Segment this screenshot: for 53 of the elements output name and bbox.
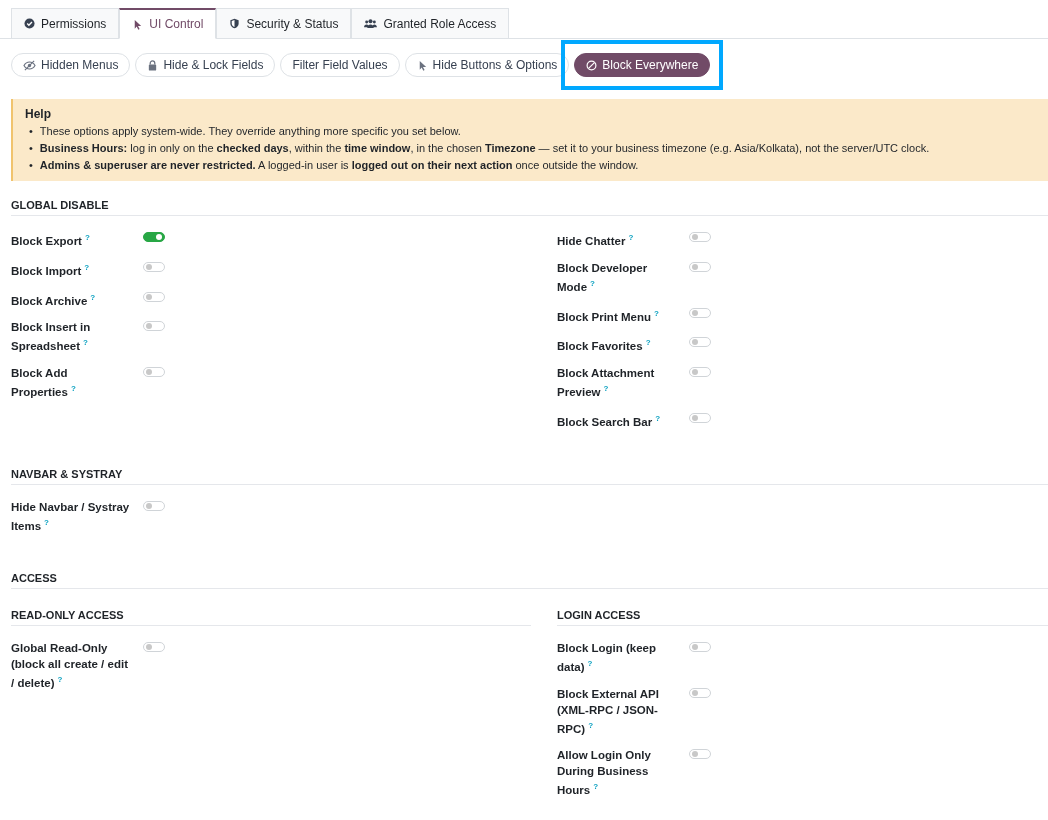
field-label: Block Add Properties $^{?}$ xyxy=(11,366,77,401)
help-text: Business Hours: log in only on the checked days, within the time window, in the chosen Timezone — set it to your business timezone (e.g. Asia/Kolkata), not the server/UTC clock. xyxy=(39,141,930,156)
help-text: These options apply system-wide. They override anything more specific you set below. xyxy=(39,124,461,139)
field-label: Hide Navbar / Systray Items $^{?}$ xyxy=(11,499,131,534)
field-label: Global Read-Only (block all create / edit / delete) $^{?}$ xyxy=(11,640,129,691)
help-tooltip[interactable]: ? xyxy=(84,233,90,242)
filter-pill[interactable]: Filter Field Values xyxy=(280,53,400,77)
help-tooltip[interactable]: ? xyxy=(587,658,593,668)
field-label: Block Favorites $^{?}$ xyxy=(557,337,652,355)
field-label: Block Login (keep data) $^{?}$ xyxy=(557,640,658,675)
field-label: Block Print Menu $^{?}$ xyxy=(557,307,660,325)
field-label: Block Attachment Preview $^{?}$ xyxy=(557,366,656,401)
bullet: • xyxy=(29,141,33,156)
help-tooltip[interactable]: ? xyxy=(84,262,90,272)
field-label: Block External API (XML-RPC / JSON-RPC) $^{?}$ xyxy=(557,686,660,737)
help-tooltip[interactable]: ? xyxy=(655,414,661,424)
tab[interactable]: Permissions xyxy=(11,8,120,39)
subsection-title: LOGIN ACCESS xyxy=(557,608,1048,626)
filter-pill[interactable]: Hide Buttons & Options xyxy=(404,53,570,77)
help-tooltip[interactable]: ? xyxy=(70,384,76,394)
field-label: Block Import $^{?}$ xyxy=(11,261,91,279)
tab[interactable]: Granted Role Access xyxy=(351,8,510,39)
help-tooltip[interactable]: ? xyxy=(83,338,88,348)
tab[interactable]: UI Control xyxy=(119,8,217,39)
section-title: ACCESS xyxy=(11,571,1048,589)
help-tooltip[interactable]: ? xyxy=(628,233,634,242)
help-tooltip[interactable]: ? xyxy=(603,384,609,394)
field-label: Block Archive $^{?}$ xyxy=(11,291,97,309)
subsection-title: READ-ONLY ACCESS xyxy=(11,608,531,626)
help-tooltip[interactable]: ? xyxy=(44,517,49,527)
help-tooltip[interactable]: ? xyxy=(57,674,63,684)
help-tooltip[interactable]: ? xyxy=(588,720,593,730)
field-label: Block Export $^{?}$ xyxy=(11,232,91,249)
field-label: Block Search Bar $^{?}$ xyxy=(557,413,662,430)
field-label: Block Developer Mode $^{?}$ xyxy=(557,260,649,295)
section-title: GLOBAL DISABLE xyxy=(11,199,1048,216)
help-title: Help xyxy=(25,107,52,121)
section-title: NAVBAR & SYSTRAY xyxy=(11,467,1048,485)
bullet: • xyxy=(29,124,33,139)
help-tooltip[interactable]: ? xyxy=(593,782,599,792)
field-label: Block Insert in Spreadsheet $^{?}$ xyxy=(11,320,92,355)
help-tooltip[interactable]: ? xyxy=(645,338,651,348)
help-text: Admins & superuser are never restricted. A logged-in user is logged out on their next action once outside the window. xyxy=(39,158,639,173)
bullet: • xyxy=(29,158,33,173)
help-tooltip[interactable]: ? xyxy=(653,308,659,318)
filter-pill[interactable]: Block Everywhere xyxy=(574,53,711,77)
tab[interactable]: Security & Status xyxy=(216,8,352,39)
filter-pill[interactable]: Hide & Lock Fields xyxy=(135,53,276,77)
help-tooltip[interactable]: ? xyxy=(590,278,595,288)
filter-pill[interactable]: Hidden Menus xyxy=(11,53,131,77)
field-label: Allow Login Only During Business Hours $^{?}$ xyxy=(557,748,652,799)
help-tooltip[interactable]: ? xyxy=(90,292,96,302)
field-label: Hide Chatter $^{?}$ xyxy=(557,232,635,249)
